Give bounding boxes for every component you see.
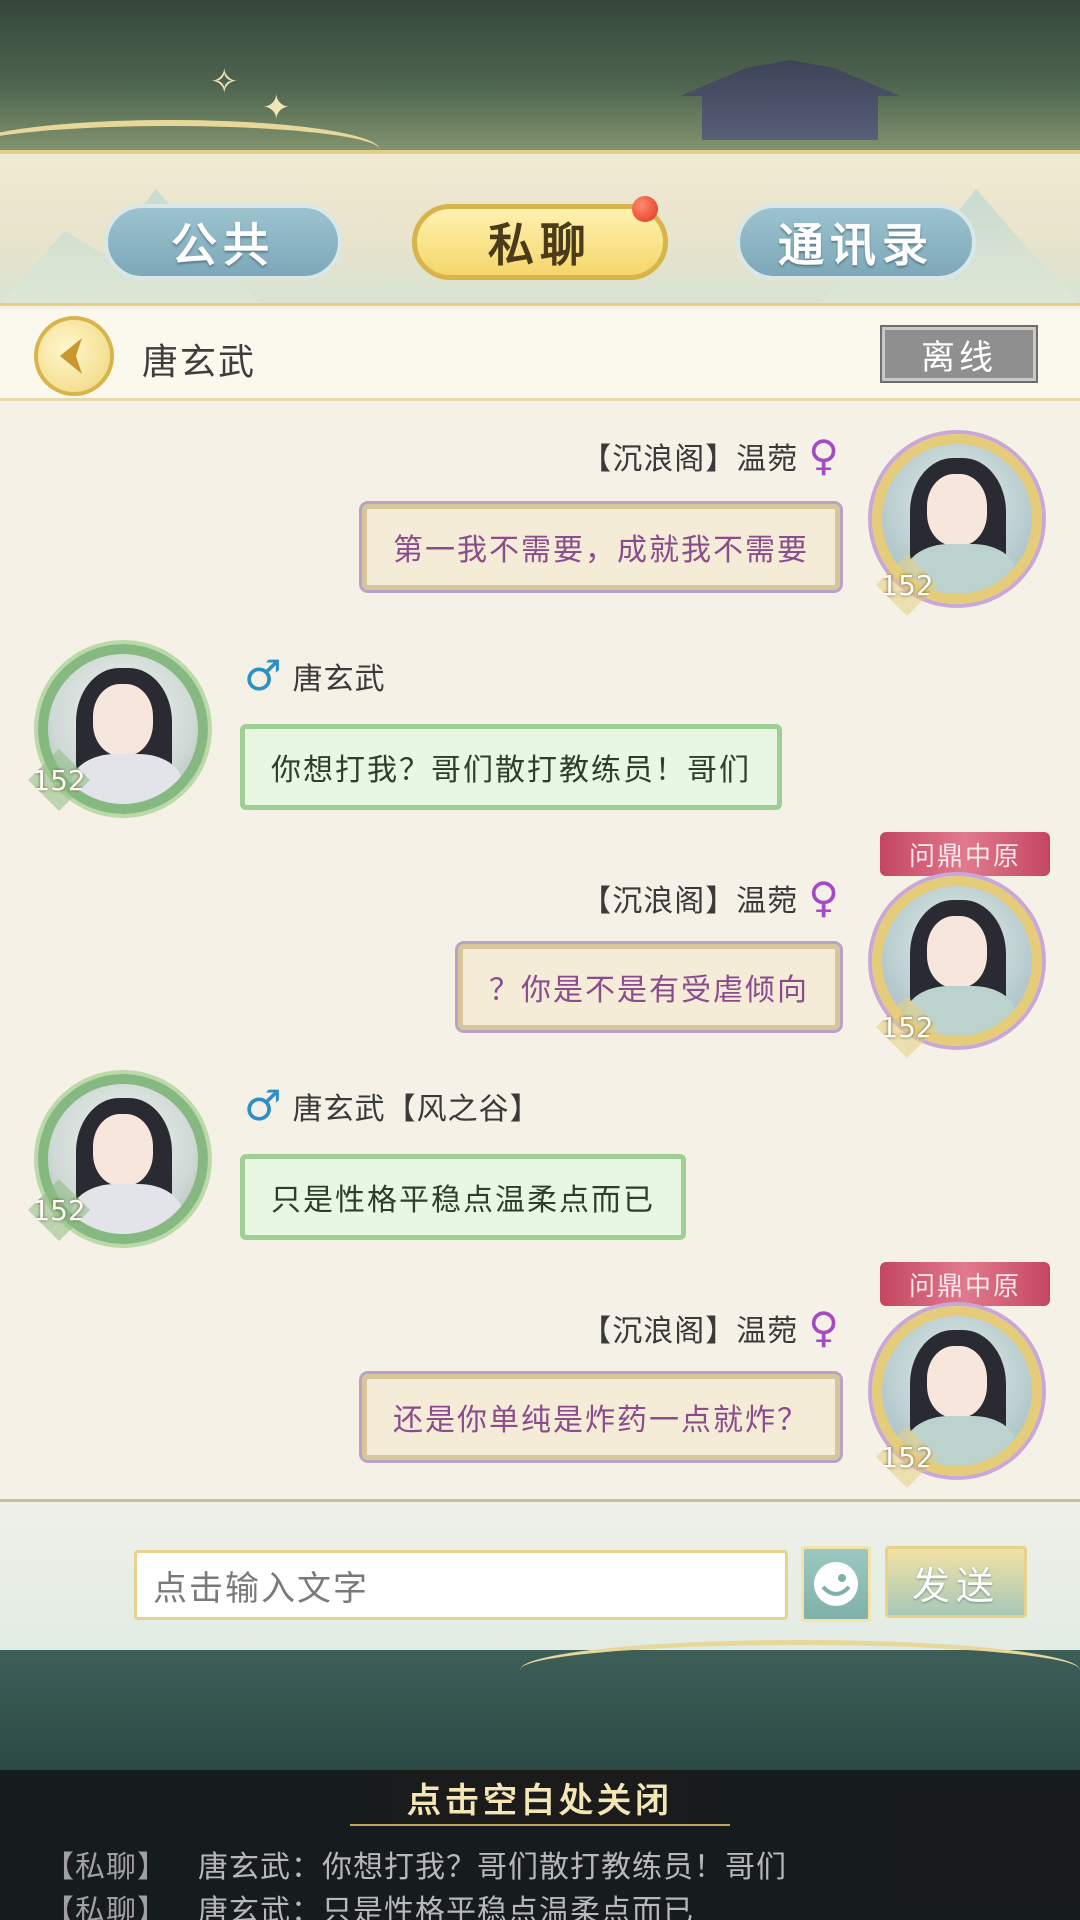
unread-dot [632, 196, 658, 222]
male-icon: ♂ [244, 1081, 283, 1130]
message-item: 152 ♂ 唐玄武 你想打我？哥们散打教练员！哥们 [0, 624, 1080, 844]
message-item: 152 ♂ 唐玄武【风之谷】 只是性格平稳点温柔点而已 [0, 1054, 1080, 1274]
log-tag: 【私聊】 [44, 1850, 168, 1885]
female-icon: ♀ [808, 873, 840, 922]
tab-public[interactable]: 公共 [104, 204, 342, 280]
bird-icon: ✦ [262, 88, 291, 128]
female-icon: ♀ [808, 1303, 840, 1352]
avatar-face [927, 474, 987, 546]
status-badge: 离线 [880, 325, 1038, 383]
bird-icon: ✧ [210, 62, 239, 102]
message-item: 问鼎中原 【沉浪阁】温菀 ♀ 152 ？你是不是有受虐倾向 [0, 824, 1080, 1058]
message-bubble[interactable]: 只是性格平稳点温柔点而已 [240, 1154, 686, 1240]
top-scenery: ✧ ✦ [0, 0, 1080, 160]
bottom-scenery [0, 1640, 1080, 1770]
tabs-bar: 公共 私聊 通讯录 [0, 154, 1080, 306]
log-tag: 【私聊】 [44, 1894, 168, 1920]
sender-name: 【沉浪阁】温菀 [581, 1314, 799, 1349]
sender-line: 【沉浪阁】温菀 ♀ [581, 1306, 840, 1350]
chat-header: 唐玄武 离线 [0, 309, 1080, 401]
sender-line: ♂ 唐玄武 [244, 654, 386, 698]
back-button[interactable] [34, 316, 114, 396]
sender-line: ♂ 唐玄武【风之谷】 [244, 1084, 541, 1128]
chat-panel: 公共 私聊 通讯录 唐玄武 离线 【沉浪阁】温菀 ♀ 152 第一我不需要，成就… [0, 150, 1080, 1654]
emoji-button[interactable] [801, 1546, 871, 1622]
sender-line: 【沉浪阁】温菀 ♀ [581, 434, 840, 478]
avatar-robe [72, 754, 182, 804]
message-input[interactable]: 点击输入文字 [134, 1550, 788, 1620]
message-bubble[interactable]: 还是你单纯是炸药一点就炸？ [359, 1371, 843, 1463]
tab-contacts[interactable]: 通讯录 [736, 204, 976, 280]
message-bubble[interactable]: 你想打我？哥们散打教练员！哥们 [240, 724, 782, 810]
log-text: 唐玄武：只是性格平稳点温柔点而已 [198, 1894, 694, 1920]
avatar-face [927, 1346, 987, 1418]
smiley-icon [814, 1562, 858, 1606]
message-item: 问鼎中原 【沉浪阁】温菀 ♀ 152 还是你单纯是炸药一点就炸？ [0, 1254, 1080, 1499]
message-bubble[interactable]: 第一我不需要，成就我不需要 [359, 501, 843, 593]
sender-name: 【沉浪阁】温菀 [581, 442, 799, 477]
tab-private-chat[interactable]: 私聊 [412, 204, 668, 280]
male-icon: ♂ [244, 651, 283, 700]
log-text: 唐玄武：你想打我？哥们散打教练员！哥们 [198, 1850, 787, 1885]
avatar-face [927, 916, 987, 988]
chevron-left-icon [60, 338, 82, 374]
sender-name: 唐玄武 [292, 662, 386, 697]
send-button[interactable]: 发送 [885, 1546, 1027, 1618]
input-bar: 点击输入文字 发送 [0, 1504, 1080, 1654]
sender-name: 【沉浪阁】温菀 [581, 884, 799, 919]
title-banner: 问鼎中原 [880, 1262, 1050, 1306]
log-line: 【私聊】 唐玄武：你想打我？哥们散打教练员！哥们 [44, 1842, 787, 1886]
avatar-face [93, 1114, 153, 1186]
avatar-robe [72, 1184, 182, 1234]
cloud-swirl-decoration [520, 1640, 1080, 1700]
palace-illustration [680, 60, 900, 140]
chat-log-overlay[interactable]: 点击空白处关闭 【私聊】 唐玄武：你想打我？哥们散打教练员！哥们 【私聊】 唐玄武：… [0, 1770, 1080, 1920]
message-item: 【沉浪阁】温菀 ♀ 152 第一我不需要，成就我不需要 [0, 404, 1080, 624]
sender-line: 【沉浪阁】温菀 ♀ [581, 876, 840, 920]
contact-name: 唐玄武 [142, 342, 257, 383]
avatar-face [93, 684, 153, 756]
message-list[interactable]: 【沉浪阁】温菀 ♀ 152 第一我不需要，成就我不需要 152 ♂ 唐玄武 你想… [0, 404, 1080, 1502]
female-icon: ♀ [808, 431, 840, 480]
message-bubble[interactable]: ？你是不是有受虐倾向 [455, 941, 843, 1033]
close-hint[interactable]: 点击空白处关闭 [350, 1770, 730, 1826]
title-banner: 问鼎中原 [880, 832, 1050, 876]
sender-name: 唐玄武【风之谷】 [292, 1092, 541, 1127]
log-line: 【私聊】 唐玄武：只是性格平稳点温柔点而已 [44, 1886, 694, 1920]
